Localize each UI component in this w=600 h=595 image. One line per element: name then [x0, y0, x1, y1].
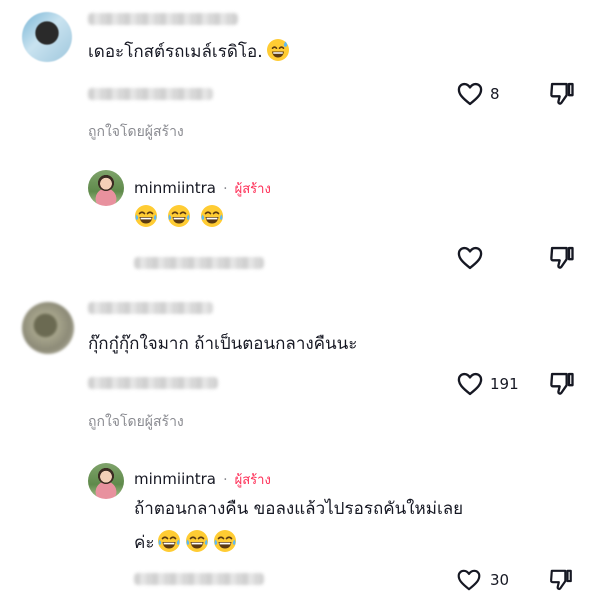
heart-icon: [456, 370, 484, 398]
reply-text: [134, 204, 224, 228]
tears-of-joy-emoji-icon: [157, 529, 181, 553]
commenter-avatar[interactable]: [22, 12, 72, 62]
tears-of-joy-emoji-icon: [185, 529, 209, 553]
header-dot: ·: [223, 472, 228, 488]
dislike-icon[interactable]: [548, 567, 574, 593]
reply-username[interactable]: minmiintra: [134, 470, 216, 488]
creator-avatar[interactable]: [88, 170, 124, 206]
like-button[interactable]: 30: [456, 567, 526, 595]
comment-text: เดอะโกสต์รถเมล์เรดิโอ.: [88, 38, 290, 64]
dislike-icon[interactable]: [548, 80, 576, 108]
like-button[interactable]: 191: [456, 370, 526, 400]
liked-by-creator-label: ถูกใจโดยผู้สร้าง: [88, 124, 184, 140]
creator-reply-1: minmiintra · ผู้สร้าง: [0, 160, 600, 285]
comment-text: กุ๊กกู๋กุ๊กใจมาก ถ้าเป็นตอนกลางคืนนะ: [88, 334, 358, 354]
like-button[interactable]: 8: [456, 80, 516, 110]
heart-icon: [456, 567, 482, 593]
sweat-smile-emoji-icon: [266, 38, 290, 62]
like-count: 8: [490, 85, 500, 103]
tears-of-joy-emoji-icon: [200, 204, 224, 228]
masked-timestamp: [88, 377, 218, 389]
creator-reply-2: minmiintra · ผู้สร้าง ถ้าตอนกลางคืน ขอลง…: [0, 455, 600, 595]
masked-timestamp: [134, 573, 264, 585]
masked-timestamp: [134, 257, 264, 269]
like-count: 191: [490, 375, 519, 393]
tears-of-joy-emoji-icon: [167, 204, 191, 228]
masked-username: [88, 302, 213, 314]
heart-icon: [456, 80, 484, 108]
creator-badge: ผู้สร้าง: [234, 182, 271, 197]
dislike-icon[interactable]: [548, 244, 576, 272]
like-count: 30: [490, 571, 510, 589]
liked-by-creator-label: ถูกใจโดยผู้สร้าง: [88, 414, 184, 430]
heart-icon[interactable]: [456, 244, 484, 272]
tears-of-joy-emoji-icon: [213, 529, 237, 553]
reply-header: minmiintra · ผู้สร้าง: [134, 178, 271, 199]
creator-badge: ผู้สร้าง: [234, 473, 271, 488]
comment-2: กุ๊กกู๋กุ๊กใจมาก ถ้าเป็นตอนกลางคืนนะ 191…: [0, 290, 600, 440]
commenter-avatar[interactable]: [22, 302, 74, 354]
reply-text-line-2: ค่ะ: [134, 529, 237, 555]
masked-timestamp: [88, 88, 213, 100]
tears-of-joy-emoji-icon: [134, 204, 158, 228]
masked-username: [88, 13, 238, 25]
dislike-icon[interactable]: [548, 370, 576, 398]
comment-1: เดอะโกสต์รถเมล์เรดิโอ. 8 ถูกใจโดยผู้สร้า…: [0, 0, 600, 160]
creator-avatar[interactable]: [88, 463, 124, 499]
reply-text-line-1: ถ้าตอนกลางคืน ขอลงแล้วไปรอรถคันใหม่เลย: [134, 499, 464, 519]
reply-header: minmiintra · ผู้สร้าง: [134, 469, 271, 490]
header-dot: ·: [223, 181, 228, 197]
reply-username[interactable]: minmiintra: [134, 179, 216, 197]
